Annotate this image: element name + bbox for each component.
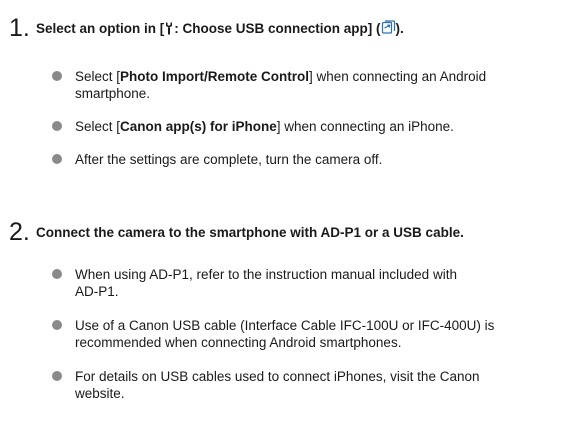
bullet-dot <box>52 269 62 279</box>
list-item: When using AD-P1, refer to the instructi… <box>52 266 552 300</box>
title-suffix: ). <box>395 21 404 36</box>
bullet-dot <box>52 121 62 131</box>
wrench-icon <box>164 22 174 39</box>
bullet-text: When using AD-P1, refer to the instructi… <box>75 267 457 299</box>
title-menu: : Choose USB connection app] ( <box>174 21 381 36</box>
step-1-bullets: Select [Canon app(s) for iPhone] when co… <box>52 118 552 135</box>
page-reference-icon[interactable] <box>381 20 396 39</box>
step-1-bullets: After the settings are complete, turn th… <box>52 151 552 168</box>
step-title: Connect the camera to the smartphone wit… <box>36 225 464 240</box>
list-item: Select [Photo Import/Remote Control] whe… <box>52 68 552 102</box>
bullet-dot <box>52 320 62 330</box>
list-item: After the settings are complete, turn th… <box>52 151 552 168</box>
step-2-bullets: For details on USB cables used to connec… <box>52 368 552 402</box>
bullet-dot <box>52 371 62 381</box>
list-item: Select [Canon app(s) for iPhone] when co… <box>52 118 552 135</box>
bullet-dot <box>52 71 62 81</box>
step-title: Select an option in [ : Choose USB connec… <box>36 20 404 39</box>
bullet-text: Use of a Canon USB cable (Interface Cabl… <box>75 318 495 350</box>
step-number: 2. <box>9 218 30 246</box>
list-item: Use of a Canon USB cable (Interface Cabl… <box>52 317 552 351</box>
step-2-bullets: When using AD-P1, refer to the instructi… <box>52 266 552 300</box>
list-item: For details on USB cables used to connec… <box>52 368 552 402</box>
bullet-text: For details on USB cables used to connec… <box>75 369 480 401</box>
bullet-dot <box>52 154 62 164</box>
bullet-text: After the settings are complete, turn th… <box>75 152 383 167</box>
bullet-text: Select [Photo Import/Remote Control] whe… <box>75 69 487 101</box>
step-number: 1. <box>9 14 30 42</box>
step-1-bullets: Select [Photo Import/Remote Control] whe… <box>52 68 552 102</box>
step-2-bullets: Use of a Canon USB cable (Interface Cabl… <box>52 317 552 351</box>
title-prefix: Select an option in [ <box>36 21 165 36</box>
bullet-text: Select [Canon app(s) for iPhone] when co… <box>75 119 454 134</box>
